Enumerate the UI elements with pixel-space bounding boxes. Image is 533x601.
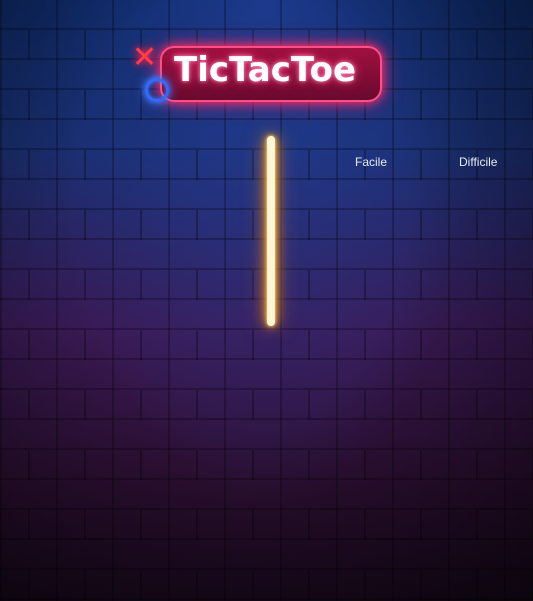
game-logo: ✕ TicTacToe (130, 38, 385, 108)
difficulty-easy-option[interactable]: Facile (355, 155, 387, 169)
difficulty-hard-option[interactable]: Difficile (459, 155, 497, 169)
logo-title: TicTacToe (174, 50, 357, 90)
neon-divider-bar (267, 136, 275, 326)
x-mark-icon: ✕ (132, 40, 158, 75)
o-ring-icon (145, 78, 169, 102)
